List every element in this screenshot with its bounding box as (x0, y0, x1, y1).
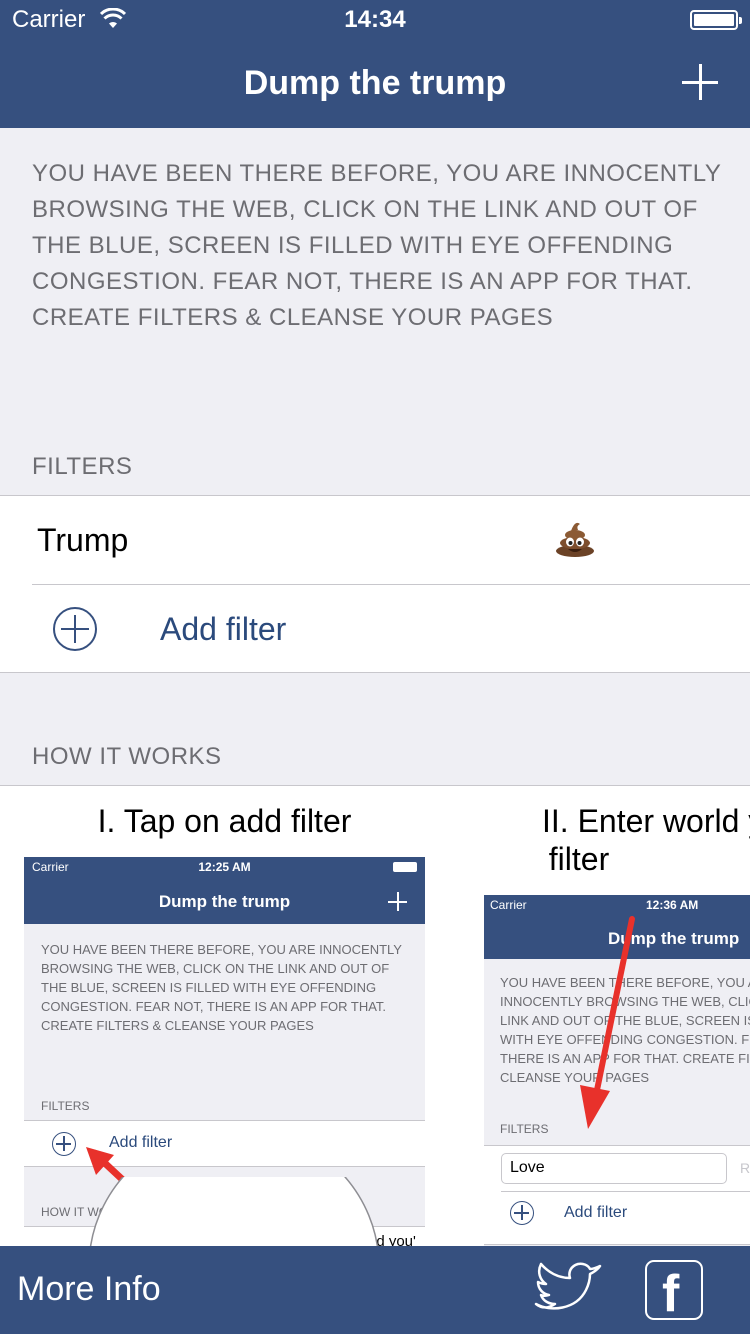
add-filter-label: Add filter (160, 611, 287, 647)
add-filter-button[interactable]: Add filter (0, 585, 750, 673)
more-info-button[interactable]: More Info (17, 1270, 161, 1309)
filter-name: Trump (37, 522, 129, 558)
step-2-title-line1: II. Enter world you' (542, 803, 750, 839)
step-2-title: II. Enter world you' filter (484, 802, 750, 878)
mini-intro-text: YOU HAVE BEEN THERE BEFORE, YOU ARE INNO… (41, 942, 402, 1033)
step-2-title-line2: filter (548, 841, 610, 877)
battery-icon (690, 10, 742, 30)
step-2-screenshot: Carrier 12:36 AM Dump the trump YOU HAVE… (484, 895, 750, 1255)
mini-filter-input: Love (501, 1153, 727, 1184)
mini-plus-icon (388, 892, 407, 911)
status-bar: Carrier 14:34 (0, 0, 750, 40)
navigation-bar: Dump the trump (0, 40, 750, 128)
facebook-glyph: f (662, 1265, 680, 1323)
mini-add-filter: Add filter (564, 1204, 628, 1221)
status-time: 14:34 (344, 6, 406, 33)
poop-emoji-icon (556, 522, 594, 557)
mini-nav-title: Dump the trump (158, 892, 291, 911)
add-circle-icon (53, 607, 97, 651)
plus-icon[interactable] (680, 62, 720, 102)
filters-list: Trump Add filter (0, 495, 750, 673)
footer-bar: More Info f (0, 1246, 750, 1334)
intro-text: YOU HAVE BEEN THERE BEFORE, YOU ARE INNO… (32, 160, 721, 331)
mini-add-circle-icon (510, 1201, 534, 1225)
mini-row-separator (501, 1191, 750, 1192)
nav-title: Dump the trump (243, 64, 507, 102)
mini-filters-list: Love R Add filter (484, 1145, 750, 1245)
step-1-title: I. Tap on add filter (97, 803, 352, 839)
mini-time: 12:36 AM (646, 898, 699, 912)
magnifier-lens (88, 1177, 380, 1255)
step-1-screenshot: Carrier 12:25 AM Dump the trump YOU HAVE… (24, 857, 425, 1255)
twitter-bird-icon[interactable] (528, 1260, 604, 1320)
red-arrow-icon (580, 916, 635, 1129)
how-it-works-header: HOW IT WORKS (32, 743, 222, 770)
mini-field-trailing: R (740, 1160, 750, 1176)
filter-row-trump[interactable]: Trump (0, 496, 750, 585)
filters-header: FILTERS (32, 453, 133, 480)
mini-carrier: Carrier (490, 898, 527, 912)
facebook-icon[interactable]: f (645, 1260, 703, 1323)
mini-filters-header: FILTERS (41, 1099, 90, 1113)
how-it-works-carousel[interactable]: I. Tap on add filter Carrier 12:25 AM Du… (0, 785, 750, 1255)
mini-filters-header: FILTERS (500, 1122, 549, 1136)
